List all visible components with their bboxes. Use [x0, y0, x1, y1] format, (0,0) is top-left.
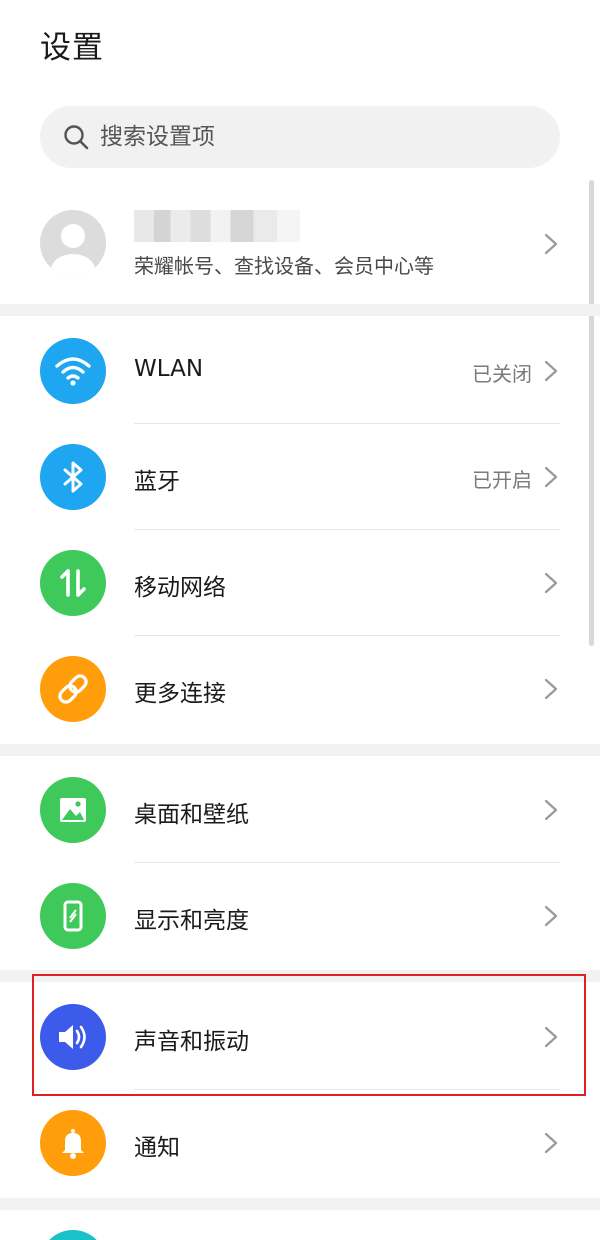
settings-item-mobile-network[interactable]: 移动网络: [0, 530, 600, 636]
chevron-right-icon: [544, 678, 558, 700]
settings-item-wallpaper[interactable]: 桌面和壁纸: [0, 757, 600, 863]
chevron-right-icon: [544, 233, 558, 255]
search-input[interactable]: [100, 106, 540, 168]
account-subtitle: 荣耀帐号、查找设备、会员中心等: [134, 254, 434, 278]
settings-item-wlan[interactable]: WLAN 已关闭: [0, 318, 600, 424]
chevron-right-icon: [544, 799, 558, 821]
bluetooth-label: 蓝牙: [134, 469, 180, 495]
more-connections-label: 更多连接: [134, 681, 226, 707]
bluetooth-status: 已开启: [472, 468, 532, 492]
chevron-right-icon: [544, 360, 558, 382]
partial-item-icon: [40, 1230, 106, 1240]
phone-brightness-icon: [40, 883, 106, 949]
wifi-icon: [40, 338, 106, 404]
bluetooth-icon: [40, 444, 106, 510]
bell-icon: [40, 1110, 106, 1176]
account-row[interactable]: 荣耀帐号、查找设备、会员中心等: [0, 190, 600, 296]
account-name-blurred: [134, 210, 300, 242]
page-title: 设置: [40, 30, 104, 66]
chevron-right-icon: [544, 905, 558, 927]
settings-item-bluetooth[interactable]: 蓝牙 已开启: [0, 424, 600, 530]
chevron-right-icon: [544, 1132, 558, 1154]
avatar: [40, 210, 106, 276]
chevron-right-icon: [544, 572, 558, 594]
section-gap: [0, 304, 600, 316]
settings-item-notifications[interactable]: 通知: [0, 1090, 600, 1196]
wlan-label: WLAN: [134, 356, 204, 382]
search-bar[interactable]: [40, 106, 560, 168]
section-gap: [0, 1198, 600, 1210]
mobile-network-label: 移动网络: [134, 575, 226, 601]
search-icon: [64, 125, 89, 150]
settings-item-partial[interactable]: [0, 1210, 600, 1240]
section-gap: [0, 744, 600, 756]
wallpaper-label: 桌面和壁纸: [134, 802, 249, 828]
image-icon: [40, 777, 106, 843]
wlan-status: 已关闭: [472, 362, 532, 386]
display-label: 显示和亮度: [134, 908, 249, 934]
settings-item-display[interactable]: 显示和亮度: [0, 863, 600, 969]
highlight-box: [32, 974, 586, 1096]
mobile-data-icon: [40, 550, 106, 616]
person-icon: [51, 224, 95, 276]
chevron-right-icon: [544, 466, 558, 488]
link-icon: [40, 656, 106, 722]
settings-item-more-connections[interactable]: 更多连接: [0, 636, 600, 742]
notifications-label: 通知: [134, 1135, 180, 1161]
